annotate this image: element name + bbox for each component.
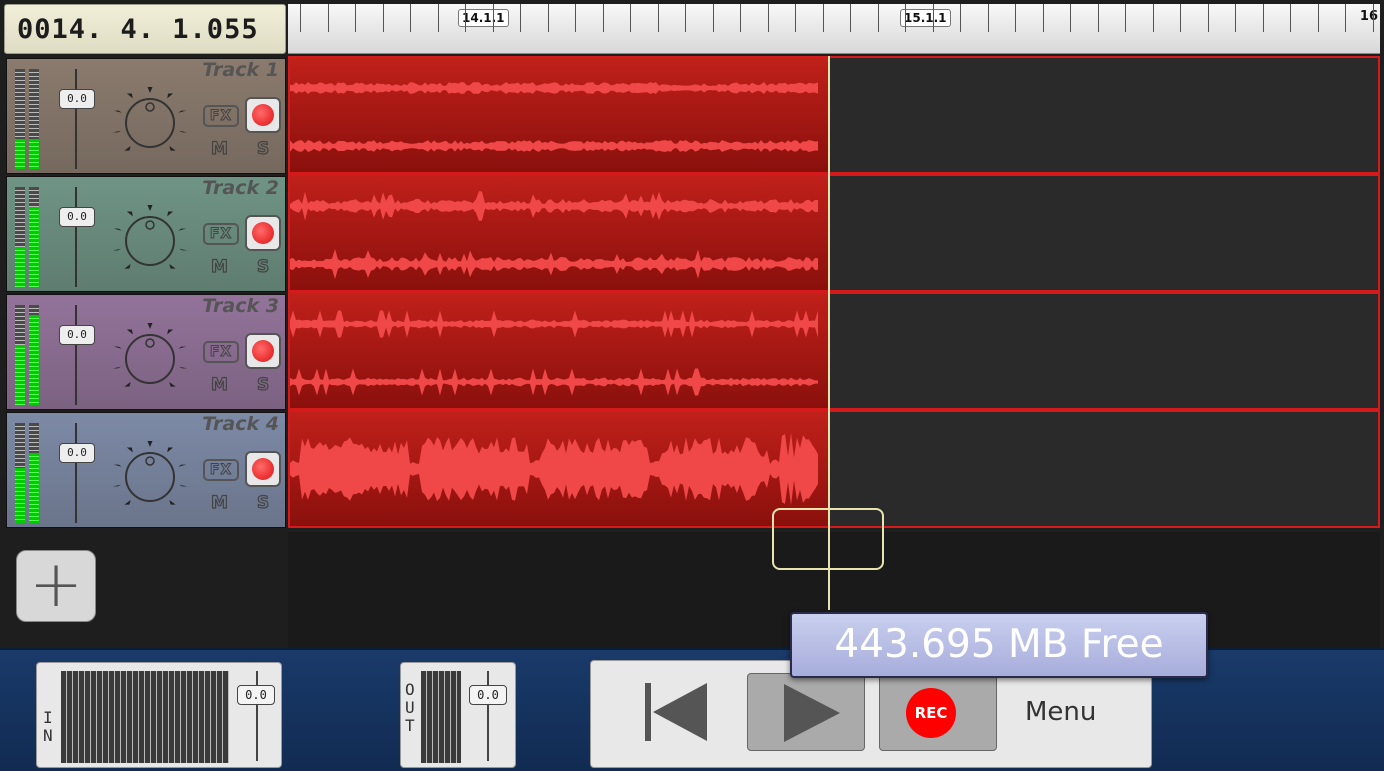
track-name: Track 4 (202, 413, 279, 435)
record-arm-button[interactable] (245, 451, 281, 487)
track-level-meter (15, 305, 55, 405)
audio-clip[interactable] (290, 294, 830, 408)
track-lane-1[interactable] (288, 56, 1380, 174)
volume-fader-rail (75, 187, 77, 287)
play-button[interactable] (747, 673, 865, 751)
input-label: IN (43, 708, 53, 745)
record-arm-button[interactable] (245, 333, 281, 369)
track-lane-2[interactable] (288, 174, 1380, 292)
input-level-meter (61, 671, 229, 763)
audio-clip[interactable] (290, 58, 830, 172)
pan-knob[interactable] (105, 79, 195, 165)
output-label: OUT (405, 680, 415, 735)
track-header-2[interactable]: 0.0 Track 2 FX M S (6, 176, 286, 292)
mute-button[interactable]: M (210, 138, 228, 159)
playhead-handle[interactable] (772, 508, 884, 570)
track-header-1[interactable]: 0.0 Track 1 FX M S (6, 58, 286, 174)
pan-knob[interactable] (105, 197, 195, 283)
waveform (290, 191, 818, 279)
volume-fader-rail (75, 423, 77, 523)
volume-fader[interactable]: 0.0 (59, 443, 95, 463)
pan-knob[interactable] (105, 433, 195, 519)
track-level-meter (15, 187, 55, 287)
track-name: Track 1 (202, 59, 279, 81)
record-arm-button[interactable] (245, 215, 281, 251)
mute-button[interactable]: M (210, 492, 228, 513)
mute-button[interactable]: M (210, 374, 228, 395)
volume-fader[interactable]: 0.0 (59, 207, 95, 227)
pan-knob[interactable] (105, 315, 195, 401)
timeline-ruler[interactable]: 14.1.1 15.1.1 16 (288, 4, 1380, 54)
track-name: Track 2 (202, 177, 279, 199)
solo-button[interactable]: S (256, 374, 269, 395)
track-level-meter (15, 69, 55, 169)
output-volume-fader[interactable]: 0.0 (469, 685, 507, 705)
volume-fader[interactable]: 0.0 (59, 325, 95, 345)
track-header-4[interactable]: 0.0 Track 4 FX M S (6, 412, 286, 528)
waveform (290, 82, 818, 152)
record-arm-button[interactable] (245, 97, 281, 133)
track-name: Track 3 (202, 295, 279, 317)
ruler-mark-16: 16 (1359, 9, 1378, 24)
volume-fader-rail (75, 69, 77, 169)
track-header-3[interactable]: 0.0 Track 3 FX M S (6, 294, 286, 410)
waveform (290, 310, 818, 396)
free-space-indicator: 443.695 MB Free (790, 612, 1208, 678)
output-meter-panel: OUT 0.0 (400, 662, 516, 768)
volume-fader[interactable]: 0.0 (59, 89, 95, 109)
solo-button[interactable]: S (256, 256, 269, 277)
fx-button[interactable]: FX (203, 223, 239, 245)
audio-clip[interactable] (290, 412, 830, 526)
record-button[interactable]: REC (879, 673, 997, 751)
solo-button[interactable]: S (256, 138, 269, 159)
track-lane-3[interactable] (288, 292, 1380, 410)
menu-button[interactable]: Menu (1025, 697, 1096, 727)
record-icon: REC (906, 688, 956, 738)
track-level-meter (15, 423, 55, 523)
mute-button[interactable]: M (210, 256, 228, 277)
ruler-mark-15: 15.1.1 (900, 9, 951, 27)
play-icon (784, 684, 840, 742)
input-meter-panel: IN 0.0 (36, 662, 282, 768)
solo-button[interactable]: S (256, 492, 269, 513)
output-level-meter (421, 671, 461, 763)
fx-button[interactable]: FX (203, 341, 239, 363)
audio-clip[interactable] (290, 176, 830, 290)
rewind-button[interactable] (617, 673, 735, 751)
fx-button[interactable]: FX (203, 459, 239, 481)
fx-button[interactable]: FX (203, 105, 239, 127)
input-volume-fader[interactable]: 0.0 (237, 685, 275, 705)
add-track-button[interactable]: + (16, 550, 96, 622)
skip-back-icon (645, 683, 707, 741)
volume-fader-rail (75, 305, 77, 405)
song-position-display[interactable]: 0014. 4. 1.055 (4, 4, 286, 54)
waveform (290, 432, 818, 506)
